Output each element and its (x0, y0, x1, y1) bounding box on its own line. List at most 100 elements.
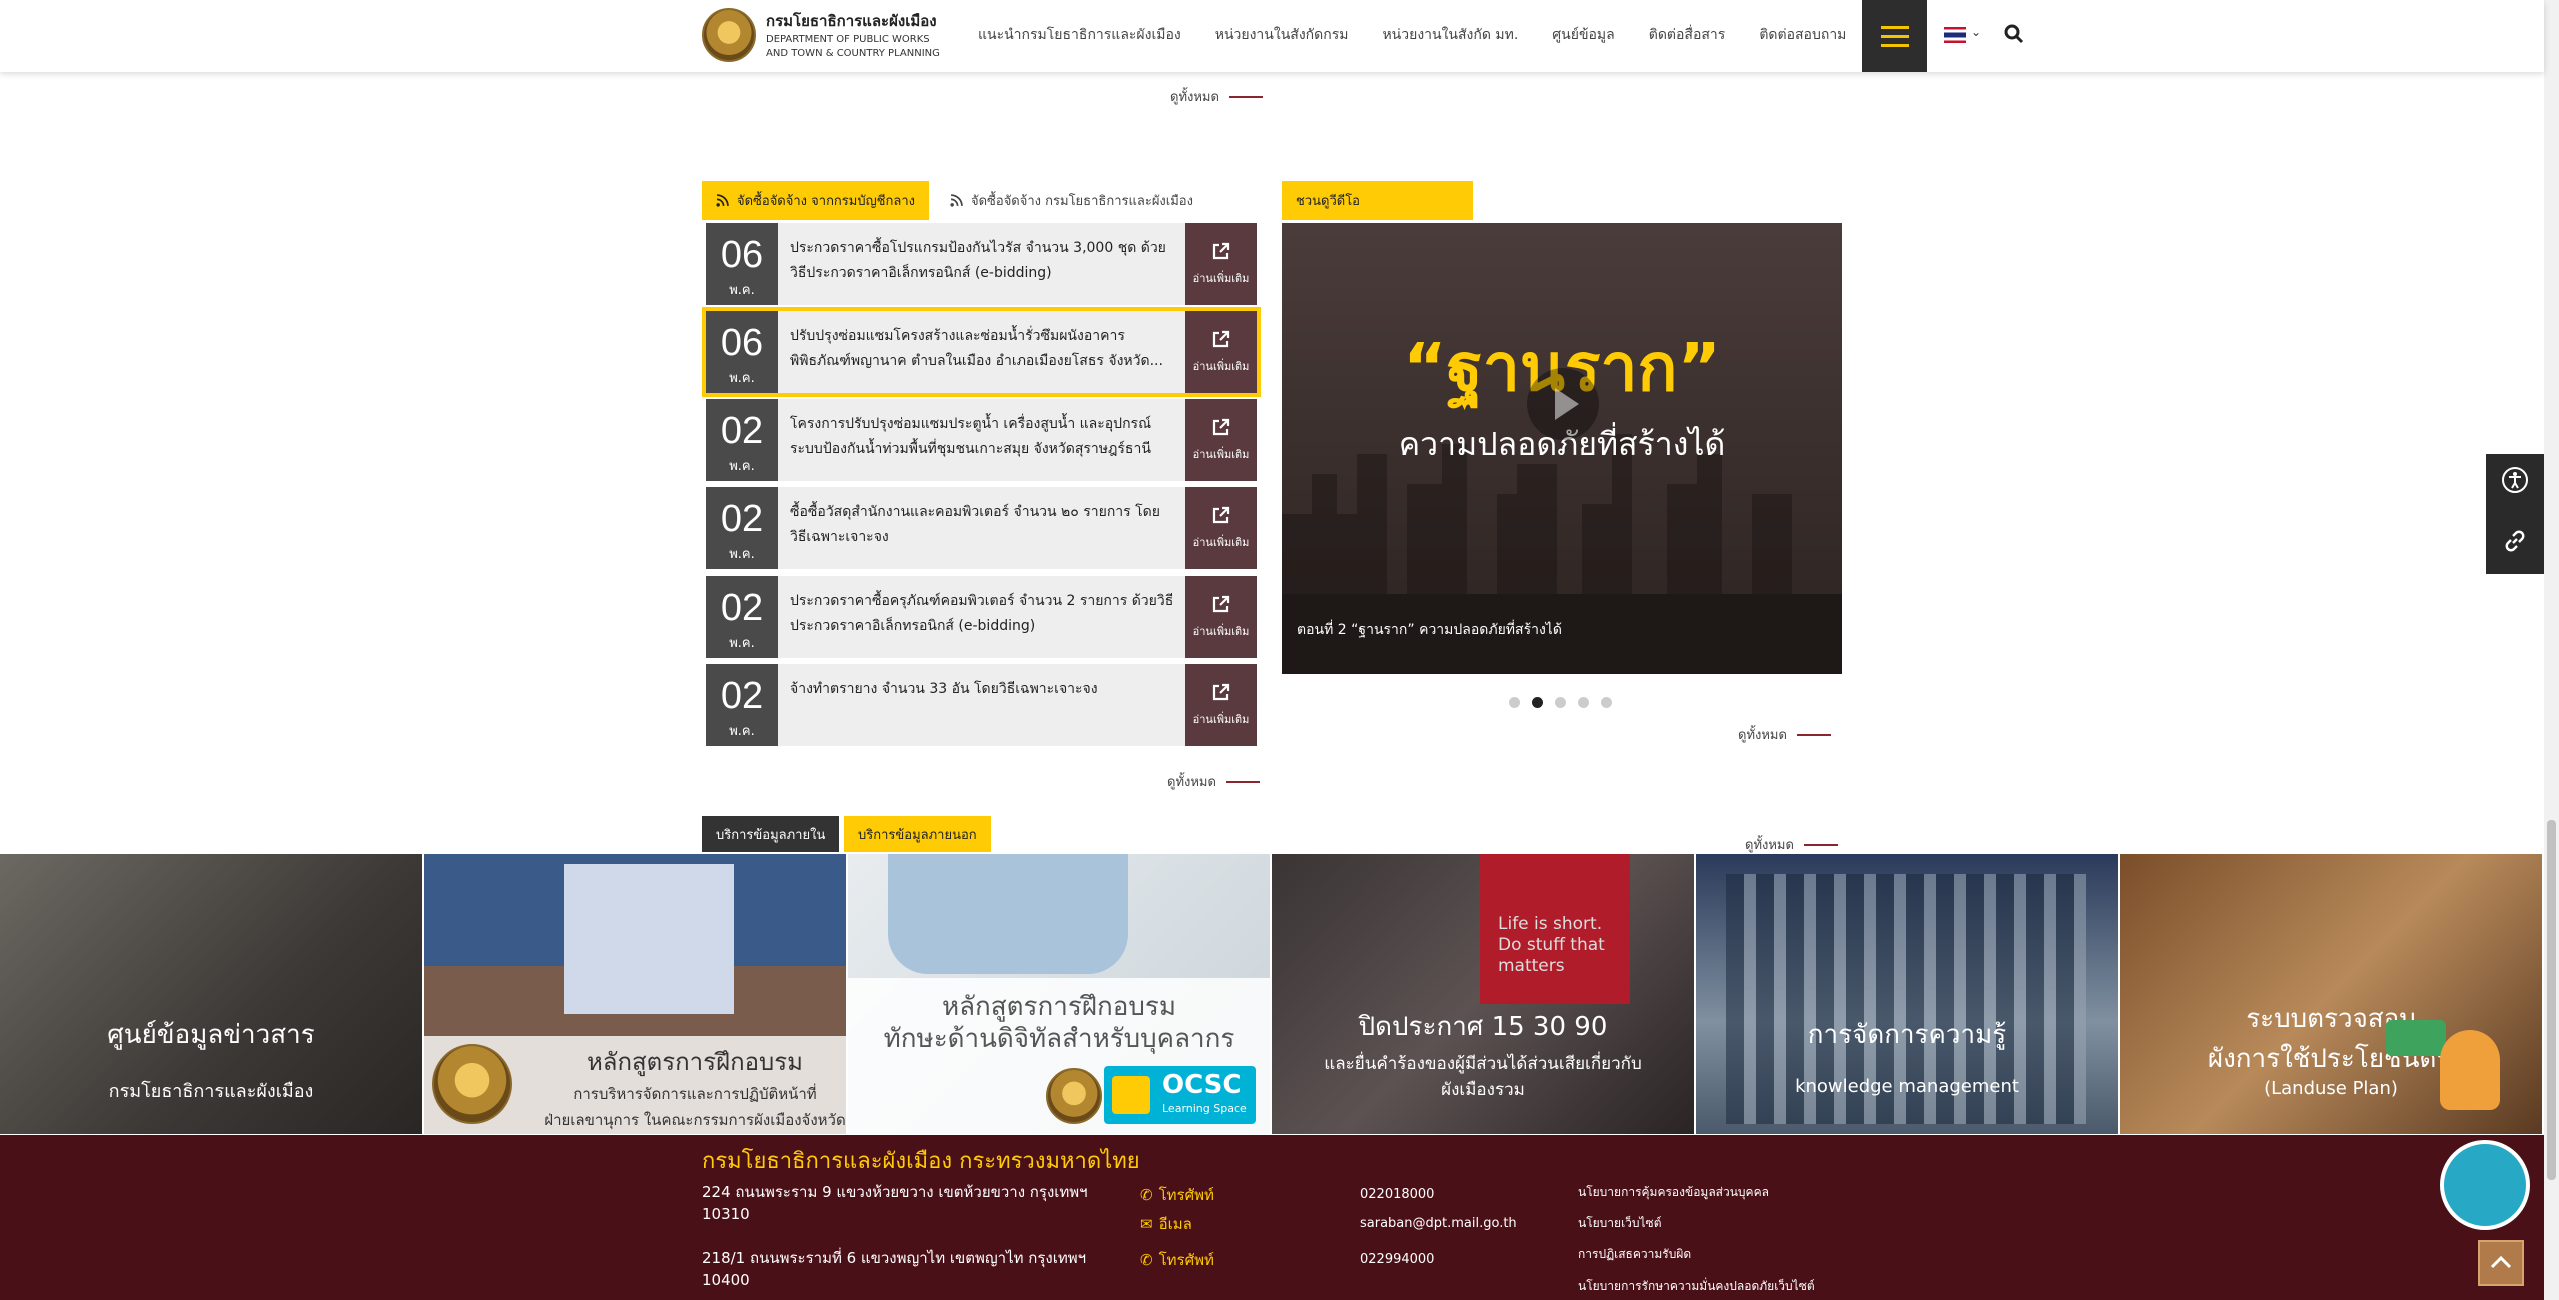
site-logo[interactable]: กรมโยธาธิการและผังเมือง DEPARTMENT OF PU… (702, 8, 940, 62)
play-icon[interactable] (1527, 368, 1599, 440)
carousel-dot[interactable] (1578, 697, 1589, 708)
tab-external-services[interactable]: บริการข้อมูลภายนอก (844, 816, 991, 852)
service-card-announcement[interactable]: Life is short. Do stuff that matters ปิด… (1272, 854, 1694, 1134)
nav-communication[interactable]: ติดต่อสื่อสาร (1649, 24, 1726, 46)
list-item[interactable]: 06 พ.ค. ปรับปรุงซ่อมแซมโครงสร้างและซ่อมน้… (702, 307, 1261, 397)
list-item[interactable]: 06 พ.ค. ประกวดราคาซื้อโปรแกรมป้องกันไวรัส… (706, 223, 1257, 305)
chat-bubble-icon[interactable] (2386, 1020, 2446, 1056)
date-block: 02 พ.ค. (706, 664, 778, 746)
phone-icon: ✆ (1140, 1186, 1153, 1204)
tab-procurement-dpt[interactable]: จัดซื้อจัดจ้าง กรมโยธาธิการและผังเมือง (936, 181, 1207, 220)
footer-email[interactable]: saraban@dpt.mail.go.th (1360, 1216, 1517, 1231)
footer-address-2: 218/1 ถนนพระรามที่ 6 แขวงพญาไท เขตพญาไท … (702, 1249, 1087, 1289)
date-block: 02 พ.ค. (706, 399, 778, 481)
news-title[interactable]: ประกวดราคาซื้อโปรแกรมป้องกันไวรัส จำนวน … (778, 223, 1185, 305)
document-assistant-icon[interactable] (2440, 1140, 2530, 1230)
service-card-training-secretariat[interactable]: หลักสูตรการฝึกอบรม การบริหารจัดการและการ… (424, 854, 846, 1134)
footer-phone-2[interactable]: 022994000 (1360, 1252, 1434, 1267)
news-title[interactable]: จ้างทำตรายาง จำนวน 33 อัน โดยวิธีเฉพาะเจ… (778, 664, 1185, 746)
chevron-down-icon[interactable]: ⌄ (1971, 25, 1981, 39)
external-link-icon (1212, 418, 1230, 436)
nav-ministry-units[interactable]: หน่วยงานในสังกัด มท. (1382, 24, 1518, 46)
footer-title: กรมโยธาธิการและผังเมือง กระทรวงมหาดไทย (702, 1149, 1140, 1174)
see-all-link-services[interactable]: ดูทั้งหมด (1745, 834, 1838, 855)
list-item[interactable]: 02 พ.ค. โครงการปรับปรุงซ่อมแซมประตูน้ำ เค… (706, 399, 1257, 481)
read-more-button[interactable]: อ่านเพิ่มเติม (1185, 664, 1257, 746)
mascot-icon[interactable] (2440, 1030, 2500, 1110)
footer-phone-label-1: ✆ โทรศัพท์ (1140, 1186, 1214, 1204)
menu-icon (1880, 25, 1909, 29)
news-title[interactable]: ปรับปรุงซ่อมแซมโครงสร้างและซ่อมน้ำรั่วซึ… (778, 311, 1185, 393)
logo-title-en-2: AND TOWN & COUNTRY PLANNING (766, 48, 940, 59)
service-card-digital-training[interactable]: หลักสูตรการฝึกอบรม ทักษะด้านดิจิทัลสำหรั… (848, 854, 1270, 1134)
hamburger-menu-button[interactable] (1862, 0, 1927, 72)
list-item[interactable]: 02 พ.ค. ซื้อซื้อวัสดุสำนักงานและคอมพิวเตอ… (706, 487, 1257, 569)
video-player[interactable]: “ฐานราก” ความปลอดภัยที่สร้างได้ ตอนที่ 2… (1282, 223, 1842, 674)
carousel-dot[interactable] (1555, 697, 1566, 708)
read-more-button[interactable]: อ่านเพิ่มเติม (1185, 399, 1257, 481)
footer-phone-1[interactable]: 022018000 (1360, 1187, 1434, 1202)
date-block: 02 พ.ค. (706, 576, 778, 658)
main-nav: แนะนำกรมโยธาธิการและผังเมือง หน่วยงานในส… (978, 0, 1880, 70)
service-card-knowledge-management[interactable]: การจัดการความรู้ knowledge management (1696, 854, 2118, 1134)
tab-procurement-cgd-label: จัดซื้อจัดจ้าง จากกรมบัญชีกลาง (737, 194, 915, 209)
service-card-info-center[interactable]: ศูนย์ข้อมูลข่าวสาร กรมโยธาธิการและผังเมื… (0, 854, 422, 1134)
read-more-button[interactable]: อ่านเพิ่มเติม (1185, 311, 1257, 393)
site-footer: กรมโยธาธิการและผังเมือง กระทรวงมหาดไทย 2… (0, 1135, 2544, 1300)
accessibility-icon[interactable] (2501, 466, 2529, 494)
footer-link-disclaimer[interactable]: การปฏิเสธความรับผิด (1578, 1245, 1691, 1264)
see-all-link-procurement[interactable]: ดูทั้งหมด (1167, 771, 1260, 792)
news-title[interactable]: โครงการปรับปรุงซ่อมแซมประตูน้ำ เครื่องสู… (778, 399, 1185, 481)
chevron-up-icon (2490, 1255, 2512, 1269)
see-all-link-top[interactable]: ดูทั้งหมด (1170, 86, 1263, 107)
carousel-dot-active[interactable] (1532, 697, 1543, 708)
read-more-button[interactable]: อ่านเพิ่มเติม (1185, 576, 1257, 658)
video-caption: ตอนที่ 2 “ฐานราก” ความปลอดภัยที่สร้างได้ (1282, 594, 1842, 674)
footer-phone-label-2: ✆ โทรศัพท์ (1140, 1251, 1214, 1269)
tab-internal-services[interactable]: บริการข้อมูลภายใน (702, 816, 840, 852)
read-more-button[interactable]: อ่านเพิ่มเติม (1185, 223, 1257, 305)
read-more-button[interactable]: อ่านเพิ่มเติม (1185, 487, 1257, 569)
person-writing-image (888, 854, 1128, 974)
projector-screen-image (564, 864, 734, 1014)
back-to-top-button[interactable] (2478, 1240, 2524, 1286)
department-seal-icon (702, 8, 756, 62)
date-block: 02 พ.ค. (706, 487, 778, 569)
mail-icon: ✉ (1140, 1215, 1153, 1233)
external-link-icon (1212, 242, 1230, 260)
carousel-dot[interactable] (1509, 697, 1520, 708)
nav-data-center[interactable]: ศูนย์ข้อมูล (1552, 24, 1614, 46)
external-link-icon (1212, 330, 1230, 348)
search-icon[interactable] (2004, 24, 2024, 44)
see-all-link-video[interactable]: ดูทั้งหมด (1738, 724, 1831, 745)
logo-title-en-1: DEPARTMENT OF PUBLIC WORKS (766, 34, 930, 45)
external-link-icon (1212, 506, 1230, 524)
department-seal-icon (1046, 1068, 1102, 1124)
link-icon[interactable] (2502, 528, 2528, 554)
logo-title-th: กรมโยธาธิการและผังเมือง (766, 12, 937, 30)
scrollbar-thumb[interactable] (2547, 820, 2556, 1180)
news-title[interactable]: ซื้อซื้อวัสดุสำนักงานและคอมพิวเตอร์ จำนว… (778, 487, 1185, 569)
footer-link-security-policy[interactable]: นโยบายการรักษาความมั่นคงปลอดภัยเว็บไซต์ (1578, 1277, 1815, 1296)
date-block: 06 พ.ค. (706, 311, 778, 393)
external-link-icon (1212, 683, 1230, 701)
list-item[interactable]: 02 พ.ค. ประกวดราคาซื้อครุภัณฑ์คอมพิวเตอร์… (706, 576, 1257, 658)
footer-link-website-policy[interactable]: นโยบายเว็บไซต์ (1578, 1214, 1662, 1233)
nav-about[interactable]: แนะนำกรมโยธาธิการและผังเมือง (978, 24, 1181, 46)
tab-procurement-cgd[interactable]: จัดซื้อจัดจ้าง จากกรมบัญชีกลาง (702, 181, 929, 220)
nav-departments[interactable]: หน่วยงานในสังกัดกรม (1215, 24, 1349, 46)
news-title[interactable]: ประกวดราคาซื้อครุภัณฑ์คอมพิวเตอร์ จำนวน … (778, 576, 1185, 658)
external-link-icon (1212, 595, 1230, 613)
thai-flag-icon[interactable] (1944, 27, 1966, 43)
ocsc-logo: OCSC Learning Space (1104, 1066, 1256, 1124)
carousel-dot[interactable] (1601, 697, 1612, 708)
side-toolbar (2486, 454, 2544, 574)
nav-contact[interactable]: ติดต่อสอบถาม (1759, 24, 1846, 46)
site-header: กรมโยธาธิการและผังเมือง DEPARTMENT OF PU… (0, 0, 2544, 72)
phone-icon: ✆ (1140, 1251, 1153, 1269)
list-item[interactable]: 02 พ.ค. จ้างทำตรายาง จำนวน 33 อัน โดยวิธี… (706, 664, 1257, 746)
footer-link-privacy[interactable]: นโยบายการคุ้มครองข้อมูลส่วนบุคคล (1578, 1183, 1769, 1202)
tab-video[interactable]: ชวนดูวีดีโอ (1282, 181, 1473, 220)
carousel-dots (1509, 697, 1612, 708)
rss-icon (950, 194, 963, 207)
